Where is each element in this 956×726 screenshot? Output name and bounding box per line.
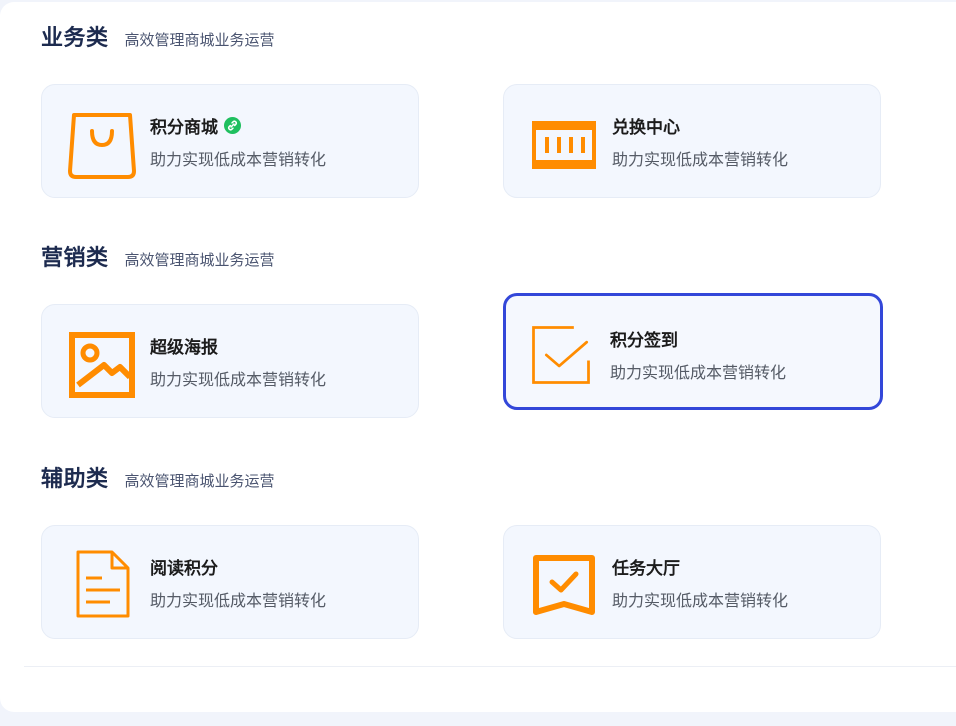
- card-description: 助力实现低成本营销转化: [612, 150, 789, 169]
- image-icon: [69, 332, 135, 398]
- card-description: 助力实现低成本营销转化: [610, 363, 787, 382]
- section-subtitle: 高效管理商城业务运营: [124, 472, 275, 490]
- barcode-icon: [532, 121, 596, 169]
- card-task-hall[interactable]: 任务大厅 助力实现低成本营销转化: [503, 525, 881, 639]
- card-title-text: 积分商城: [150, 118, 218, 138]
- section-subtitle: 高效管理商城业务运营: [124, 31, 275, 49]
- section-title: 辅助类: [41, 467, 109, 492]
- card-exchange-center[interactable]: 兑换中心 助力实现低成本营销转化: [503, 84, 881, 198]
- card-title: 超级海报: [150, 338, 218, 358]
- section-header-business: 业务类 高效管理商城业务运营: [41, 20, 275, 52]
- card-description: 助力实现低成本营销转化: [150, 150, 327, 169]
- card-title: 阅读积分: [150, 559, 218, 579]
- section-subtitle: 高效管理商城业务运营: [124, 251, 275, 269]
- shopping-bag-icon: [68, 113, 136, 179]
- card-title: 积分商城: [150, 113, 241, 138]
- section-header-marketing: 营销类 高效管理商城业务运营: [41, 240, 275, 272]
- section-title: 营销类: [41, 246, 109, 271]
- card-reading-points[interactable]: 阅读积分 助力实现低成本营销转化: [41, 525, 419, 639]
- card-super-poster[interactable]: 超级海报 助力实现低成本营销转化: [41, 304, 419, 418]
- document-icon: [76, 550, 130, 618]
- main-panel: 业务类 高效管理商城业务运营 积分商城 助力实现低成本营销转化 兑换中心 助力实…: [0, 2, 956, 712]
- card-points-mall[interactable]: 积分商城 助力实现低成本营销转化: [41, 84, 419, 198]
- card-description: 助力实现低成本营销转化: [150, 591, 327, 610]
- card-title: 积分签到: [610, 331, 678, 351]
- section-header-auxiliary: 辅助类 高效管理商城业务运营: [41, 461, 275, 493]
- divider: [24, 666, 956, 667]
- card-description: 助力实现低成本营销转化: [150, 370, 327, 389]
- section-title: 业务类: [41, 26, 109, 51]
- card-title: 任务大厅: [612, 559, 680, 579]
- checkbox-icon: [532, 326, 590, 384]
- task-banner-icon: [533, 555, 595, 615]
- card-title: 兑换中心: [612, 118, 680, 138]
- card-description: 助力实现低成本营销转化: [612, 591, 789, 610]
- link-icon: [224, 117, 241, 134]
- card-points-checkin[interactable]: 积分签到 助力实现低成本营销转化: [503, 293, 883, 410]
